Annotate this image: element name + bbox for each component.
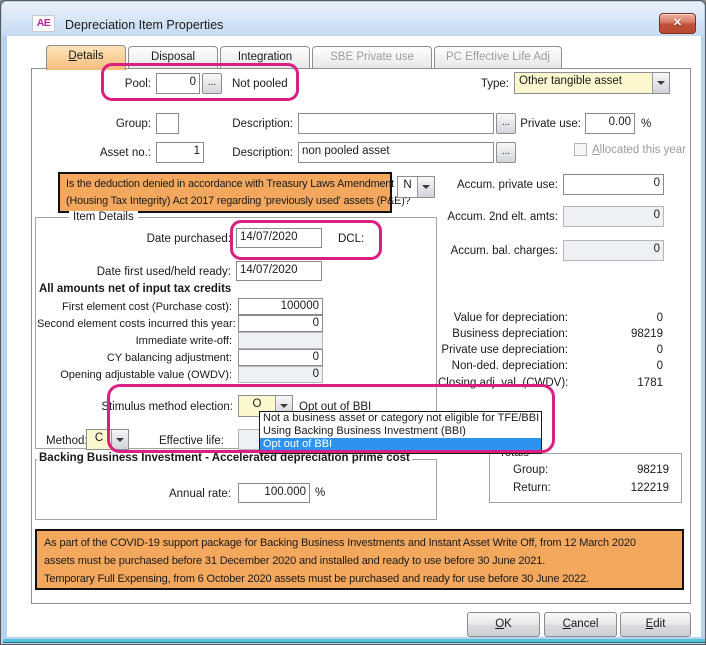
- close-icon: ✕: [660, 14, 695, 33]
- close-button[interactable]: ✕: [659, 13, 696, 34]
- immediate-write-off-label: Immediate write-off:: [37, 335, 232, 347]
- net-of-input-tax-note: All amounts net of input tax credits: [39, 283, 231, 295]
- asset-no-input[interactable]: 1: [156, 142, 204, 163]
- accum-2nd-elt-label: Accum. 2nd elt. amts:: [421, 211, 558, 223]
- stimulus-option-2[interactable]: Using Backing Business Investment (BBI): [260, 425, 541, 438]
- ok-button[interactable]: OK: [467, 612, 540, 637]
- title-bar: AE Depreciation Item Properties ✕: [2, 2, 704, 36]
- group-label: Group:: [96, 118, 151, 130]
- asset-description-browse-button[interactable]: ...: [496, 142, 516, 163]
- asset-description-input[interactable]: non pooled asset: [298, 142, 494, 163]
- private-use-depreciation-value: 0: [593, 344, 663, 356]
- private-use-percent: %: [641, 118, 651, 130]
- private-use-label: Private use:: [506, 118, 581, 130]
- totals-return-label: Return:: [513, 482, 551, 494]
- owdv-label: Opening adjustable value (OWDV):: [37, 369, 232, 381]
- covid-note-line2: assets must be purchased before 31 Decem…: [44, 552, 675, 570]
- group-input[interactable]: [156, 113, 179, 134]
- chevron-down-icon[interactable]: [111, 430, 128, 449]
- covid-note: As part of the COVID-19 support package …: [35, 529, 684, 590]
- asset-no-label: Asset no.:: [81, 147, 151, 159]
- business-depreciation-value: 98219: [593, 328, 663, 340]
- edit-button[interactable]: Edit: [620, 612, 691, 637]
- totals-groupbox: [489, 453, 682, 503]
- accum-2nd-elt-input: 0: [563, 206, 664, 227]
- stimulus-method-label: Stimulus method election:: [81, 401, 233, 413]
- first-element-cost-input[interactable]: 100000: [238, 298, 323, 315]
- private-use-depreciation-label: Private use depreciation:: [438, 344, 568, 356]
- private-use-input[interactable]: 0.00: [585, 113, 635, 134]
- closing-adj-val-value: 1781: [593, 377, 663, 389]
- window-bottom-accent: [3, 639, 705, 643]
- business-depreciation-label: Business depreciation:: [438, 328, 568, 340]
- type-dropdown[interactable]: Other tangible asset: [514, 72, 670, 94]
- totals-group-label: Group:: [513, 464, 548, 476]
- stimulus-option-1[interactable]: Not a business asset or category not eli…: [260, 412, 541, 425]
- closing-adj-val-label: Closing adj. val. (CWDV):: [438, 377, 568, 389]
- stimulus-option-3-selected[interactable]: Opt out of BBI: [260, 438, 541, 451]
- first-element-cost-label: First element cost (Purchase cost):: [37, 301, 232, 313]
- housing-integrity-line1: Is the deduction denied in accordance wi…: [66, 176, 384, 193]
- effective-life-label: Effective life:: [151, 435, 224, 447]
- dcl-label: DCL:: [338, 233, 364, 245]
- dialog-window: AE Depreciation Item Properties ✕ Detail…: [0, 0, 706, 645]
- method-code: C: [87, 430, 111, 449]
- date-purchased-input[interactable]: 14/07/2020: [236, 228, 322, 248]
- type-dropdown-value: Other tangible asset: [515, 73, 652, 93]
- tab-pc-effective-life-adj: PC Effective Life Adj: [434, 46, 562, 68]
- group-description-label: Description:: [223, 118, 293, 130]
- non-ded-depreciation-value: 0: [593, 360, 663, 372]
- pool-browse-button[interactable]: ...: [202, 73, 222, 94]
- group-description-input[interactable]: [298, 113, 494, 134]
- value-for-depreciation-value: 0: [593, 312, 663, 324]
- annual-rate-input[interactable]: 100.000: [238, 483, 310, 503]
- app-icon: AE: [32, 15, 55, 32]
- cy-balancing-adjustment-label: CY balancing adjustment:: [37, 352, 232, 364]
- tab-sbe-private-use: SBE Private use: [312, 46, 432, 68]
- allocated-this-year-checkbox: [574, 143, 587, 156]
- covid-note-line3: Temporary Full Expensing, from 6 October…: [44, 570, 675, 588]
- value-for-depreciation-label: Value for depreciation:: [438, 312, 568, 324]
- tab-disposal[interactable]: Disposal: [128, 46, 218, 68]
- chevron-down-icon[interactable]: [652, 73, 669, 93]
- pool-input[interactable]: 0: [156, 73, 200, 94]
- pool-status-text: Not pooled: [232, 78, 288, 90]
- tab-integration[interactable]: Integration: [220, 46, 310, 68]
- tab-details[interactable]: Details: [46, 45, 126, 70]
- annual-rate-percent: %: [315, 487, 325, 499]
- bbi-groupbox: [35, 459, 437, 520]
- owdv-input: 0: [238, 366, 323, 383]
- annual-rate-label: Annual rate:: [131, 488, 231, 500]
- totals-group-value: 98219: [599, 464, 669, 476]
- stimulus-options-list: Not a business asset or category not eli…: [259, 411, 542, 454]
- housing-integrity-note: Is the deduction denied in accordance wi…: [58, 172, 392, 213]
- pool-label: Pool:: [61, 78, 151, 90]
- allocated-this-year-label: Allocated this year: [592, 144, 686, 156]
- accum-private-use-label: Accum. private use:: [421, 179, 558, 191]
- housing-integrity-line2: (Housing Tax Integrity) Act 2017 regardi…: [66, 193, 384, 210]
- non-ded-depreciation-label: Non-ded. depreciation:: [438, 360, 568, 372]
- accum-bal-charges-input: 0: [563, 240, 664, 261]
- immediate-write-off-input: [238, 332, 323, 349]
- second-element-costs-input[interactable]: 0: [238, 315, 323, 332]
- window-title: Depreciation Item Properties: [65, 18, 223, 32]
- second-element-costs-label: Second element costs incurred this year:: [37, 318, 232, 330]
- accum-bal-charges-label: Accum. bal. charges:: [421, 245, 558, 257]
- housing-answer-value: N: [398, 177, 417, 197]
- date-first-used-input[interactable]: 14/07/2020: [236, 261, 322, 281]
- type-label: Type:: [456, 78, 509, 90]
- method-label: Method:: [46, 435, 88, 447]
- method-dropdown[interactable]: C: [86, 429, 129, 450]
- date-purchased-label: Date purchased:: [71, 233, 231, 245]
- accum-private-use-input[interactable]: 0: [563, 174, 664, 195]
- date-first-used-label: Date first used/held ready:: [61, 266, 231, 278]
- item-details-legend: Item Details: [69, 211, 138, 223]
- cy-balancing-adjustment-input[interactable]: 0: [238, 349, 323, 366]
- covid-note-line1: As part of the COVID-19 support package …: [44, 534, 675, 552]
- cancel-button[interactable]: Cancel: [544, 612, 617, 637]
- totals-return-value: 122219: [599, 482, 669, 494]
- asset-description-label: Description:: [223, 147, 293, 159]
